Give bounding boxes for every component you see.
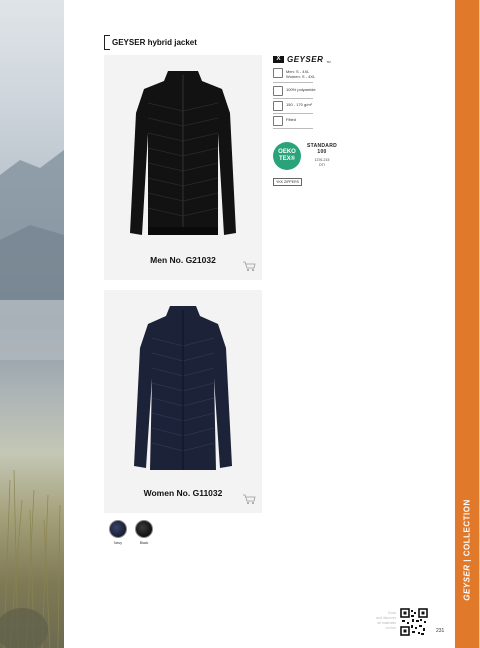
brand-mark-icon: X xyxy=(273,56,284,63)
landscape-photo xyxy=(0,0,64,648)
section-band-label: GEYSER | COLLECTION xyxy=(459,480,475,620)
brand-wordmark: GEYSER xyxy=(287,55,324,64)
oeko-standard: STANDARD 100 xyxy=(306,143,338,155)
spec-fit-text: Fitted xyxy=(286,117,297,122)
spec-sizes: Men: S - 4XL Women: S - 4XL xyxy=(273,68,315,79)
spec-material: 100% polyamide xyxy=(273,86,316,96)
page-title: GEYSER hybrid jacket xyxy=(112,38,197,47)
brand-logo: X GEYSER TM xyxy=(273,55,331,64)
title-bracket xyxy=(104,35,110,50)
women-jacket-image xyxy=(134,306,232,470)
divider xyxy=(273,98,313,99)
product-card-men[interactable]: Men No. G21032 xyxy=(104,55,262,280)
spec-sizes-text: Men: S - 4XL Women: S - 4XL xyxy=(286,69,316,79)
women-product-label: Women No. G11032 xyxy=(143,488,223,498)
men-jacket-image xyxy=(130,71,236,235)
size-icon xyxy=(273,68,283,78)
ykk-zippers-badge: YKK ZIPPERS xyxy=(273,178,302,186)
divider xyxy=(273,128,313,129)
men-product-label: Men No. G21032 xyxy=(150,255,216,265)
oeko-number: 1376-215 DTI xyxy=(314,158,330,167)
product-card-women[interactable]: Women No. G11032 xyxy=(104,290,262,513)
divider xyxy=(273,113,313,114)
section-band: GEYSER | COLLECTION xyxy=(455,0,480,648)
spec-weight: 150 - 170 g/m² xyxy=(273,101,312,111)
spec-material-text: 100% polyamide xyxy=(286,87,316,92)
cart-icon[interactable] xyxy=(242,493,256,505)
band-separator: | xyxy=(462,556,472,562)
brand-trademark: TM xyxy=(326,60,331,64)
swatch-label-black: Black xyxy=(139,541,149,545)
fabric-icon xyxy=(273,86,283,96)
page-number: 231 xyxy=(436,628,445,634)
scan-note: Scan and discover all materials on line xyxy=(376,611,396,630)
qr-code-icon[interactable] xyxy=(400,608,428,636)
swatch-navy[interactable] xyxy=(109,520,127,538)
divider xyxy=(273,82,313,83)
swatch-black[interactable] xyxy=(135,520,153,538)
band-brand: GEYSER xyxy=(462,564,472,601)
cart-icon[interactable] xyxy=(242,260,256,272)
weight-icon xyxy=(273,101,283,111)
spec-fit: Fitted xyxy=(273,116,296,126)
oeko-tex-badge-icon: OEKO TEX® xyxy=(273,142,301,170)
oeko-badge-line2: TEX® xyxy=(278,155,296,162)
spec-weight-text: 150 - 170 g/m² xyxy=(286,102,313,107)
swatch-label-navy: Navy xyxy=(114,541,122,545)
fit-icon xyxy=(273,116,283,126)
band-section: COLLECTION xyxy=(462,499,472,557)
